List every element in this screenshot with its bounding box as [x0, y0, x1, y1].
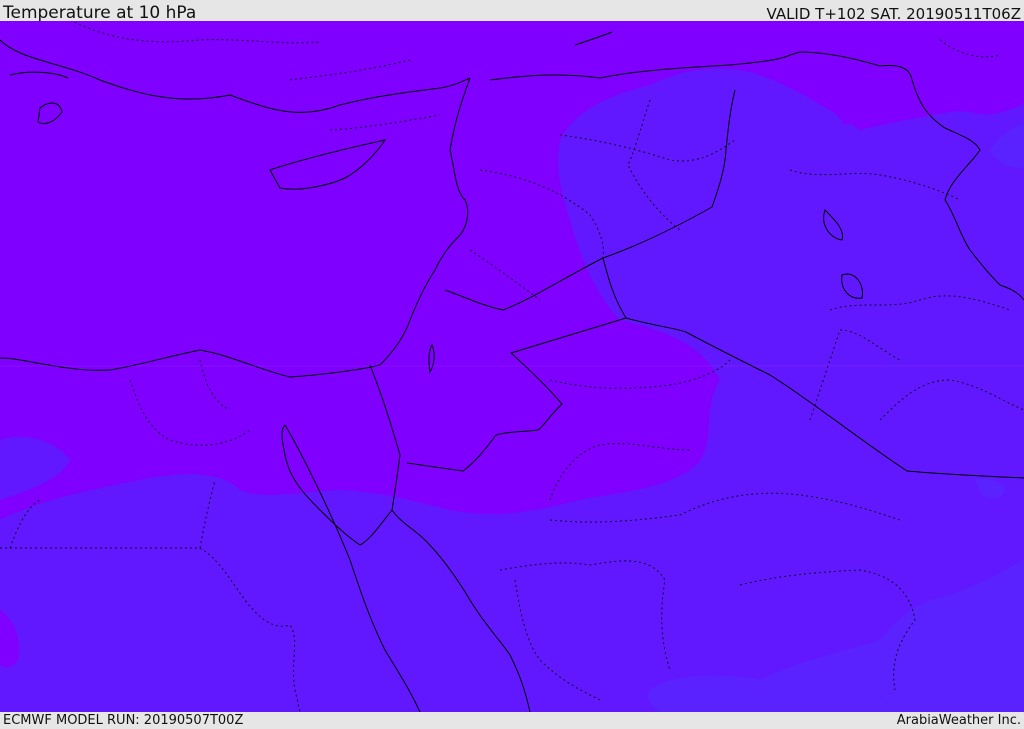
map-header: Temperature at 10 hPa VALID T+102 SAT. 2…: [0, 0, 1024, 23]
credit-label: ArabiaWeather Inc.: [896, 713, 1021, 728]
map-title: Temperature at 10 hPa: [3, 3, 197, 23]
map-footer: ECMWF MODEL RUN: 20190507T00Z ArabiaWeat…: [0, 712, 1024, 729]
weather-map: [0, 21, 1024, 712]
model-run-label: ECMWF MODEL RUN: 20190507T00Z: [3, 713, 244, 728]
